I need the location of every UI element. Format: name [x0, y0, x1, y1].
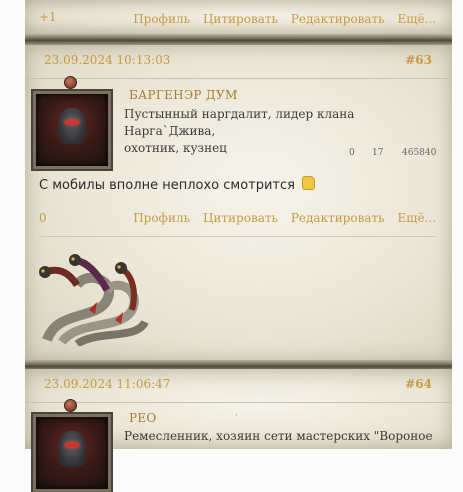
user-title-line-1: Пустынный наргдалит, лидер клана Нарга`Д… [124, 107, 355, 138]
hydra-signature-image [39, 254, 149, 346]
post-date: 23.09.2024 11:06:47 [44, 377, 171, 391]
online-indicator: · [235, 411, 238, 421]
avatar[interactable] [33, 91, 111, 169]
stat-reputation: 17 [372, 148, 384, 158]
more-link[interactable]: Ещё... [398, 12, 436, 26]
avatar[interactable] [33, 414, 111, 492]
post-divider [25, 34, 452, 45]
post-header: 23.09.2024 11:06:47 #64 [25, 369, 452, 403]
post-previous: +1 Профиль Цитировать Редактировать Ещё.… [25, 0, 452, 34]
post-message: С мобилы вполне неплохо смотрится [39, 176, 316, 193]
profile-link[interactable]: Профиль [133, 12, 190, 26]
rank-gem-icon [64, 76, 77, 89]
edit-link[interactable]: Редактировать [291, 12, 385, 26]
edit-link[interactable]: Редактировать [291, 211, 385, 225]
online-indicator: · [235, 88, 238, 98]
post-number-link[interactable]: #64 [405, 377, 432, 391]
quote-link[interactable]: Цитировать [203, 211, 278, 225]
more-link[interactable]: Ещё... [398, 211, 436, 225]
post-number-link[interactable]: #63 [405, 53, 432, 67]
post-64: 23.09.2024 11:06:47 #64 РЕО · Ремесленни… [25, 369, 452, 492]
rank-gem-icon [64, 399, 77, 412]
thumbs-up-icon [302, 176, 316, 190]
message-text: С мобилы вполне неплохо смотрится [39, 178, 295, 193]
post-actions: Профиль Цитировать Редактировать Ещё... [124, 211, 436, 225]
username-link[interactable]: БАРГЕНЭР ДУМ [129, 88, 238, 102]
post-header: 23.09.2024 10:13:03 #63 [25, 45, 452, 79]
post-actions: Профиль Цитировать Редактировать Ещё... [124, 12, 436, 26]
post-63: 23.09.2024 10:13:03 #63 БАРГЕНЭР ДУМ · П… [25, 45, 452, 362]
stat-posts: 0 [349, 148, 355, 158]
signature-divider [39, 236, 436, 237]
profile-link[interactable]: Профиль [133, 211, 190, 225]
rating-value: +1 [39, 10, 57, 24]
rating-value[interactable]: 0 [39, 211, 47, 225]
quote-link[interactable]: Цитировать [203, 12, 278, 26]
stat-experience: 465840 [402, 148, 437, 158]
post-date: 23.09.2024 10:13:03 [44, 53, 171, 67]
username-link[interactable]: РЕО [129, 411, 157, 425]
